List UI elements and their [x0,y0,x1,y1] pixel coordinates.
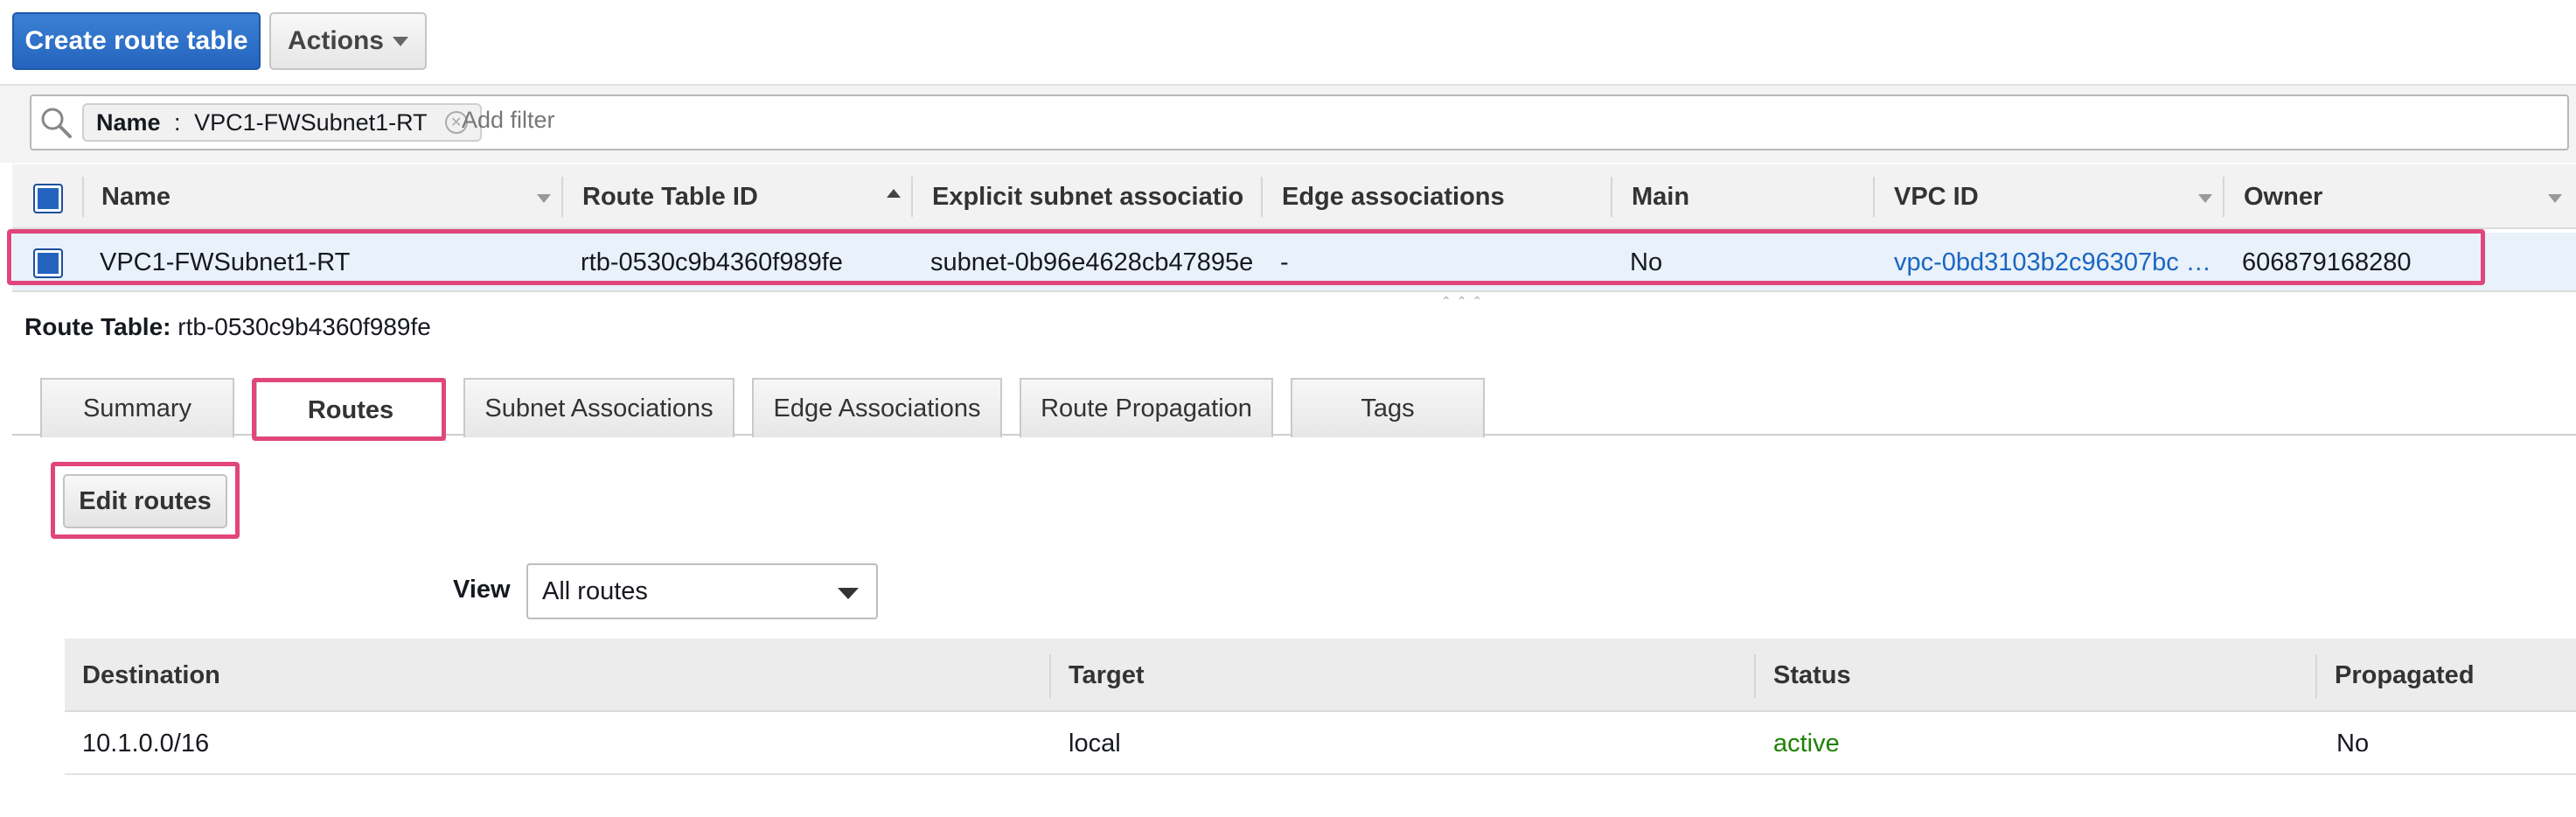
route-target: local [1069,729,1121,758]
filter-chip[interactable]: Name : VPC1-FWSubnet1-RT ✕ [82,103,482,142]
filter-chip-key: Name [96,108,161,136]
view-label: View [453,576,511,604]
tab-highlight-box [252,378,446,441]
column-main[interactable]: Main [1632,164,1689,229]
routes-column-destination[interactable]: Destination [82,639,220,712]
row-highlight-box [7,229,2485,285]
actions-label: Actions [287,26,384,55]
search-icon [41,108,72,138]
column-route-table-id[interactable]: Route Table ID [582,164,758,229]
create-route-table-button[interactable]: Create route table [12,12,261,70]
select-all-checkbox[interactable] [33,184,63,213]
route-destination: 10.1.0.0/16 [82,729,210,758]
tab-summary[interactable]: Summary [40,378,234,437]
route-table-label-key: Route Table: [24,313,171,340]
resize-handle-icon[interactable]: ⌃⌃⌃ [1441,294,1487,309]
chevron-down-icon [393,36,408,46]
routes-table-header [65,639,2576,712]
column-edge-associations[interactable]: Edge associations [1282,164,1505,229]
column-owner[interactable]: Owner [2244,164,2322,229]
tab-tags[interactable]: Tags [1291,378,1485,437]
filter-chip-value: VPC1-FWSubnet1-RT [194,108,428,136]
column-vpc-id[interactable]: VPC ID [1894,164,1979,229]
routes-column-propagated[interactable]: Propagated [2335,639,2475,712]
routes-column-status[interactable]: Status [1773,639,1851,712]
table-row[interactable] [65,712,2576,775]
filter-chip-separator: : [167,108,188,136]
route-status: active [1773,729,1840,758]
view-select-value: All routes [542,576,648,605]
route-table-label-value: rtb-0530c9b4360f989fe [178,313,431,340]
routes-column-target[interactable]: Target [1069,639,1144,712]
sort-down-icon[interactable] [537,194,551,203]
sort-down-icon[interactable] [2198,194,2212,203]
column-explicit-subnet-association[interactable]: Explicit subnet association [932,164,1245,229]
route-propagated: No [2336,729,2370,758]
column-name[interactable]: Name [101,164,171,229]
tab-subnet-associations[interactable]: Subnet Associations [463,378,735,437]
edit-highlight-box [51,462,240,539]
route-table-label: Route Table: rtb-0530c9b4360f989fe [24,313,431,341]
tab-route-propagation[interactable]: Route Propagation [1020,378,1273,437]
add-filter-placeholder: Add filter [462,107,555,133]
chevron-down-icon [838,588,859,599]
sort-up-icon[interactable] [887,189,901,198]
view-select[interactable]: All routes [526,563,878,619]
sort-down-icon[interactable] [2548,194,2562,203]
tab-edge-associations[interactable]: Edge Associations [752,378,1002,437]
actions-button[interactable]: Actions [269,12,427,70]
